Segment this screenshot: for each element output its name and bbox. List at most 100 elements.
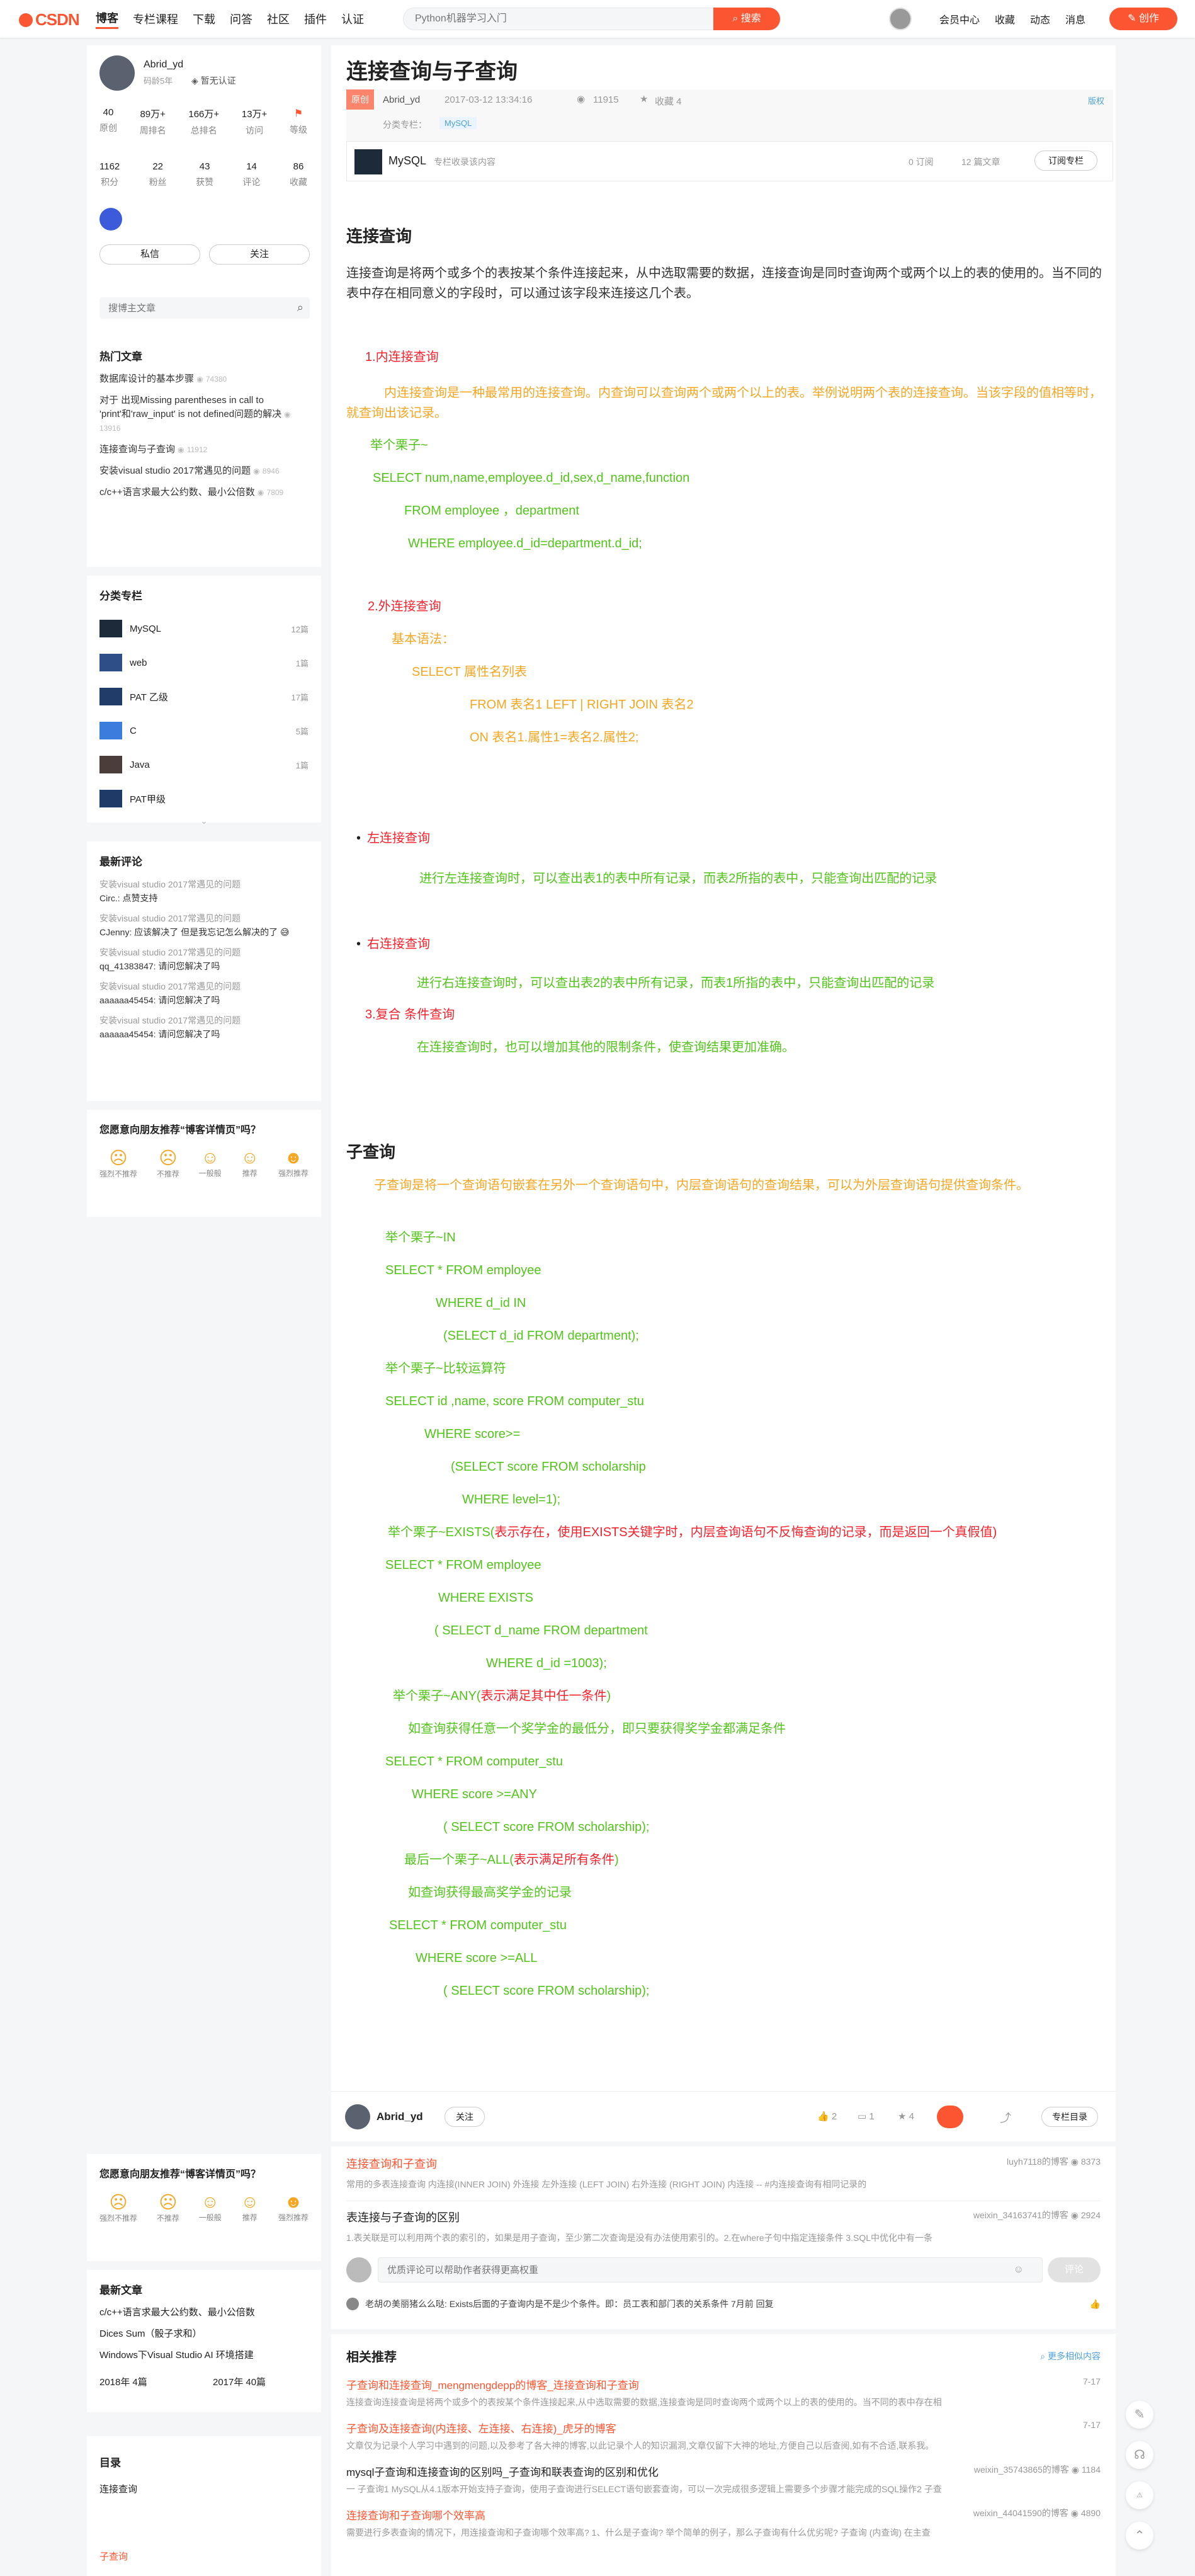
example-label: 举个栗子~EXISTS(表示存在，使用EXISTS关键字时，内层查询语句不反悔查… (388, 1525, 997, 1539)
latest-item[interactable]: Windows下Visual Studio AI 环境搭建 (99, 2349, 309, 2362)
poll-option[interactable]: ☺ 推荐 (241, 2192, 259, 2223)
subscribe-button[interactable]: 订阅专栏 (1034, 151, 1097, 171)
column-item[interactable]: PAT 乙级 17篇 (99, 680, 309, 714)
comment-item[interactable]: 安装visual studio 2017常遇见的问题 qq_41383847: 请… (99, 945, 309, 973)
reward-icon[interactable] (937, 2106, 963, 2128)
comment-item[interactable]: 安装visual studio 2017常遇见的问题 aaaaaa45454: 请… (99, 979, 309, 1007)
nav-blog[interactable]: 博客 (96, 9, 118, 29)
like-icon[interactable]: 👍 (1090, 2299, 1101, 2310)
right-join-desc: 进行右连接查询时，可以查出表2的表中所有记录，而表1所指的表中，只能查询出匹配的… (417, 976, 935, 990)
emoji-icon[interactable]: ☺ (1014, 2264, 1024, 2276)
meta-fav[interactable]: 收藏 4 (655, 94, 682, 108)
search-button[interactable]: ⌕ 搜索 (713, 8, 780, 30)
column-item[interactable]: MySQL 12篇 (99, 612, 309, 646)
column-item[interactable]: PAT甲级 (99, 782, 309, 816)
comment-submit[interactable]: 评论 (1048, 2257, 1101, 2282)
fav-action[interactable]: ★ 4 (898, 2111, 914, 2122)
related-item[interactable]: 子查询和连接查询_mengmengdepp的博客_连接查询和子查询 7-17 连接… (346, 2376, 1101, 2408)
comment-item[interactable]: 安装visual studio 2017常遇见的问题 aaaaaa45454: 请… (99, 1013, 309, 1041)
nav-qa[interactable]: 问答 (230, 11, 252, 27)
latest-item[interactable]: Dices Sum（骰子求和） (99, 2327, 309, 2341)
latest-articles-title: 最新文章 (99, 2284, 142, 2296)
vip-link[interactable]: 会员中心 (939, 11, 980, 26)
message-button[interactable]: 私信 (99, 244, 200, 265)
related-header: 相关推荐 ⌕ 更多相似内容 (346, 2347, 1101, 2365)
poll-option[interactable]: ☺ 推荐 (241, 1148, 259, 1179)
related-item[interactable]: mysql子查询和连接查询的区别吗_子查询和联表查询的区别和优化 weixin_3… (346, 2463, 1101, 2495)
poll-option[interactable]: ☹ 不推荐 (157, 1148, 179, 1179)
poll-option[interactable]: ☺ 一般般 (199, 1148, 222, 1179)
meta-author[interactable]: Abrid_yd (383, 94, 420, 105)
create-button[interactable]: ✎ 创作 (1109, 8, 1177, 30)
share-icon[interactable]: ⤴ (1000, 2109, 1011, 2126)
poll-option[interactable]: ☹ 不推荐 (157, 2192, 179, 2223)
column-item[interactable]: C 5篇 (99, 714, 309, 748)
star-icon[interactable]: ★ (640, 93, 648, 105)
author-avatar[interactable] (345, 2104, 370, 2129)
column-item[interactable]: web 1篇 (99, 646, 309, 680)
headset-icon[interactable]: ☊ (1126, 2441, 1153, 2469)
related-item[interactable]: 子查询及连接查询(内连接、左连接、右连接)_虎牙的博客 7-17 文章仅为记录个人… (346, 2420, 1101, 2452)
blog-search-input[interactable] (99, 297, 276, 319)
nav-plugin[interactable]: 插件 (304, 11, 327, 27)
latest-comments-title: 最新评论 (99, 856, 142, 868)
thumb-up-icon: 👍 (817, 2111, 832, 2122)
poll-option[interactable]: ☻ 强烈推荐 (278, 1148, 309, 1179)
poll-option[interactable]: ☹ 强烈不推荐 (99, 1148, 137, 1179)
like-action[interactable]: 👍 2 (817, 2111, 837, 2122)
edit-icon[interactable]: ✎ (1126, 2401, 1153, 2429)
license-link[interactable]: 版权 (1088, 94, 1104, 106)
poll-option[interactable]: ☹ 强烈不推荐 (99, 2192, 137, 2223)
expand-chevron-icon[interactable]: ⌄ (99, 816, 309, 826)
user-avatar[interactable] (889, 8, 912, 30)
code-line: WHERE employee.d_id=department.d_id; (408, 537, 642, 550)
search-icon[interactable]: ⌕ (297, 301, 303, 314)
search-icon: ⌕ (732, 13, 741, 24)
eye-icon: ◉ (196, 375, 203, 384)
hot-item[interactable]: 对于 出现Missing parentheses in call to 'pri… (99, 394, 309, 435)
csdn-logo[interactable]: CSDN (19, 10, 80, 30)
nav-community[interactable]: 社区 (267, 11, 290, 27)
column-item[interactable]: Java 1篇 (99, 748, 309, 782)
comment-action[interactable]: ▭ 1 (858, 2111, 875, 2122)
subquery-desc: 子查询是将一个查询语句嵌套在另外一个查询语句中，内层查询语句的查询结果，可以为外… (374, 1178, 1029, 1192)
badge-icon (99, 208, 122, 231)
report-icon[interactable]: ⚠ (1126, 2482, 1153, 2509)
related-more[interactable]: ⌕ 更多相似内容 (1040, 2350, 1101, 2362)
column-dir-button[interactable]: 专栏目录 (1041, 2107, 1098, 2127)
search-input[interactable] (415, 8, 705, 30)
hot-item[interactable]: c/c++语言求最大公约数、最小公倍数 ◉ 7809 (99, 486, 309, 499)
comment-item[interactable]: 安装visual studio 2017常遇见的问题 CJenny: 应该解决了 … (99, 911, 309, 939)
hot-item[interactable]: 数据库设计的基本步骤 ◉ 74380 (99, 372, 309, 386)
rec-item[interactable]: 表连接与子查询的区别 weixin_34163741的博客 ◉ 2924 1.表关… (346, 2201, 1101, 2244)
archive-item[interactable]: 2017年 40篇 (213, 2375, 266, 2388)
hot-item[interactable]: 连接查询与子查询 ◉ 11912 (99, 443, 309, 457)
poll-option[interactable]: ☻ 强烈推荐 (278, 2192, 309, 2223)
author-name[interactable]: Abrid_yd (144, 59, 183, 71)
rec-item[interactable]: 连接查询和子查询 luyh7118的博客 ◉ 8373 常用的多表连接查询 内连接… (346, 2155, 1101, 2201)
archive-item[interactable]: 2018年 4篇 (99, 2375, 213, 2388)
search-box: ⌕ 搜索 (403, 8, 781, 30)
favorites-link[interactable]: 收藏 (995, 11, 1015, 26)
follow-button[interactable]: 关注 (209, 244, 310, 265)
toolbar-author[interactable]: Abrid_yd (377, 2111, 423, 2123)
back-to-top-icon[interactable]: ⌃ (1126, 2522, 1153, 2550)
nav-cert[interactable]: 认证 (341, 11, 364, 27)
poll-option[interactable]: ☺ 一般般 (199, 2192, 222, 2223)
column-name[interactable]: MySQL (388, 154, 426, 168)
toolbar-follow[interactable]: 关注 (445, 2107, 485, 2127)
activity-link[interactable]: 动态 (1030, 11, 1050, 26)
nav-courses[interactable]: 专栏课程 (133, 11, 178, 27)
hot-item[interactable]: 安装visual studio 2017常遇见的问题 ◉ 8946 (99, 464, 309, 478)
toc-item-active[interactable]: 子查询 (99, 2550, 309, 2563)
left-join-desc: 进行左连接查询时，可以查出表1的表中所有记录，而表2所指的表中，只能查询出匹配的… (419, 872, 937, 886)
nav-download[interactable]: 下载 (193, 11, 215, 27)
toc-item[interactable]: 连接查询 (99, 2482, 309, 2495)
category-tag[interactable]: MySQL (439, 117, 477, 129)
messages-link[interactable]: 消息 (1065, 11, 1085, 26)
comment-input[interactable] (378, 2257, 1043, 2282)
latest-item[interactable]: c/c++语言求最大公约数、最小公倍数 (99, 2306, 309, 2320)
author-avatar[interactable] (99, 55, 135, 91)
comment-item[interactable]: 安装visual studio 2017常遇见的问题 Circ.: 点赞支持 (99, 877, 309, 905)
related-item[interactable]: 连接查询和子查询哪个效率高 weixin_44041590的博客 ◉ 4890 需… (346, 2507, 1101, 2539)
